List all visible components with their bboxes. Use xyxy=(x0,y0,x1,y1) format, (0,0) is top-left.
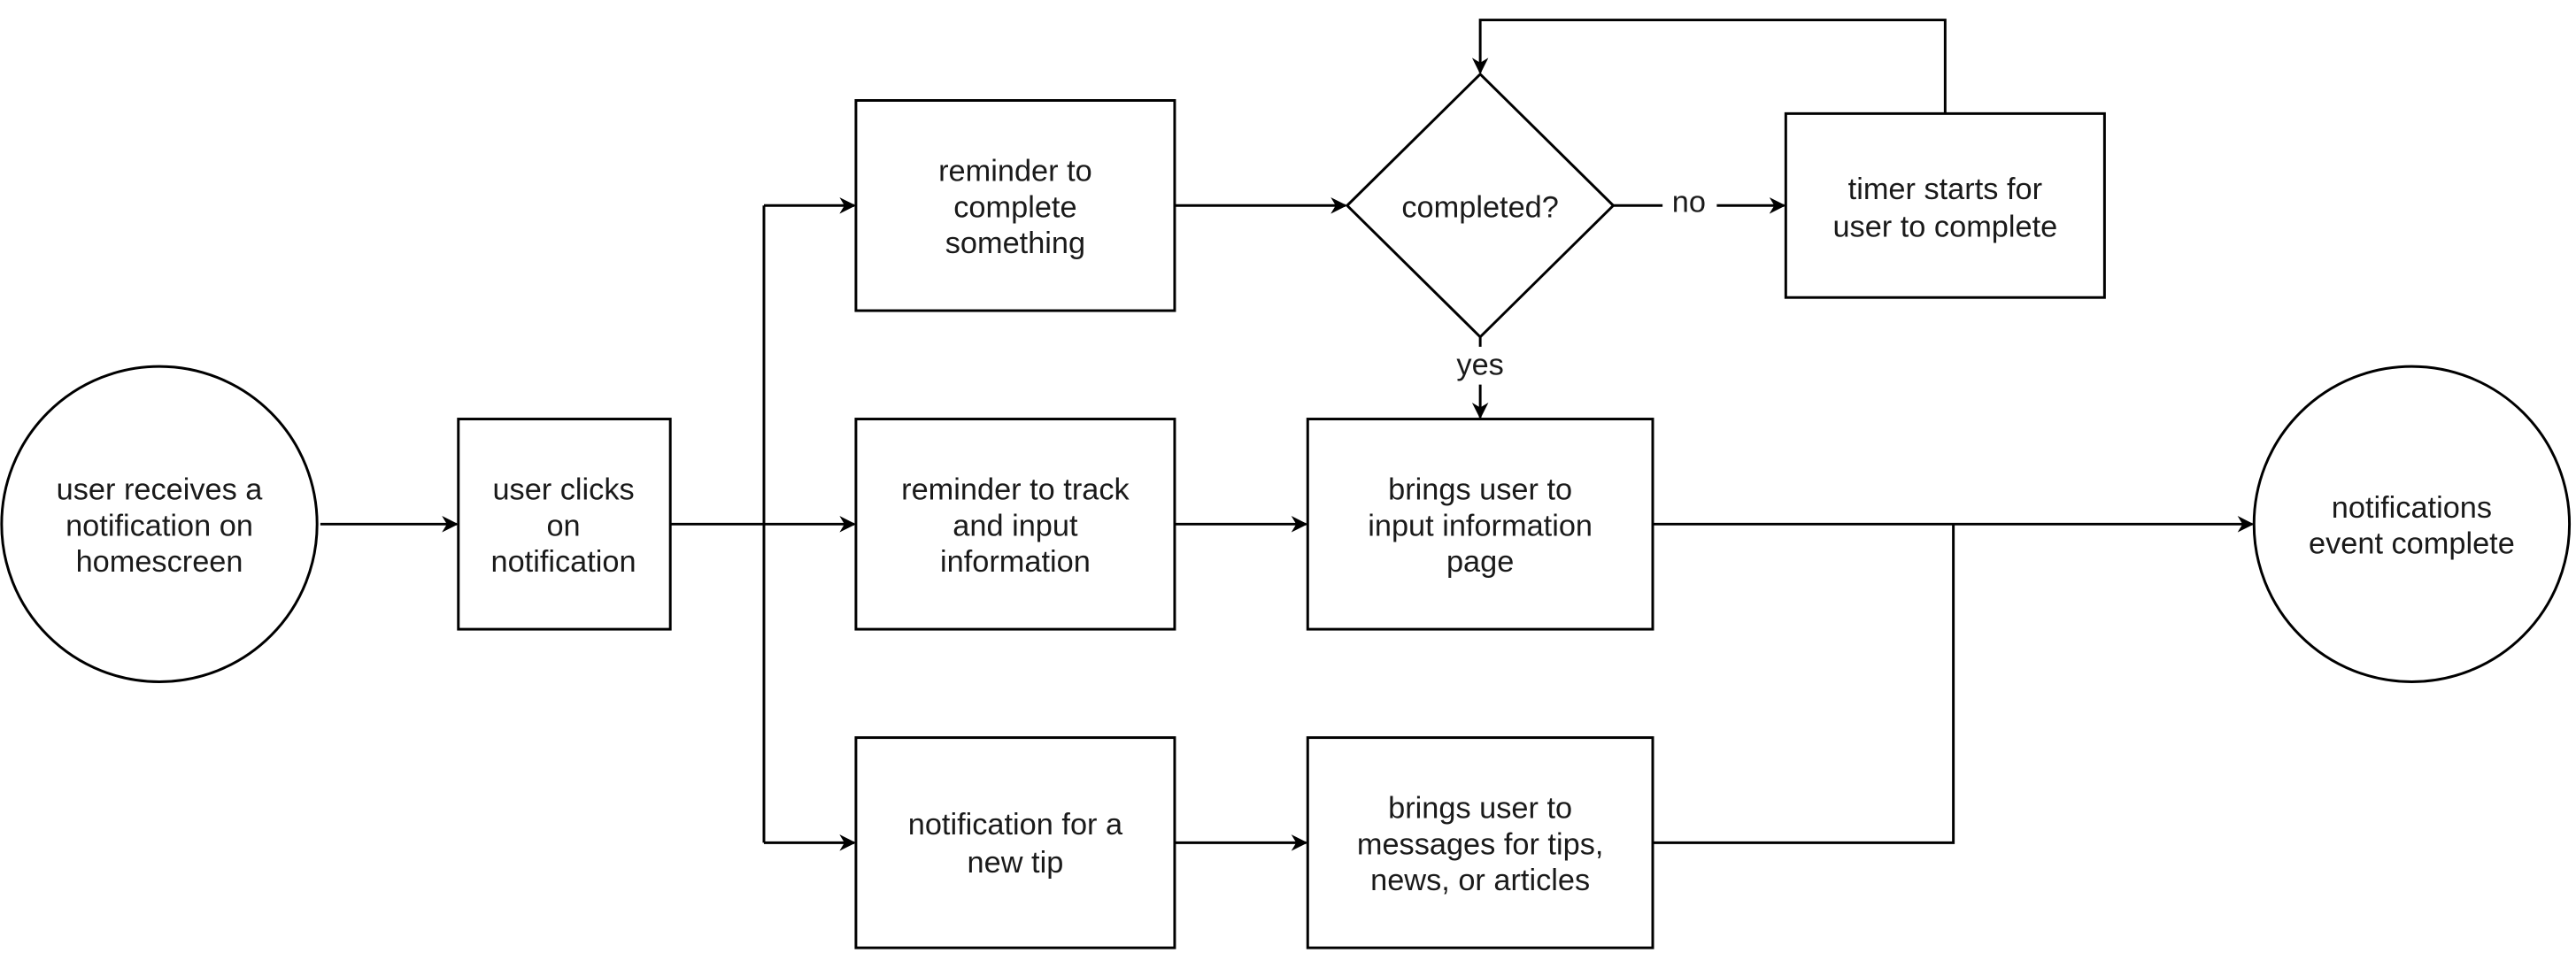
node-reminder-complete: reminder to complete something xyxy=(854,99,1176,312)
node-messages: brings user to messages for tips, news, or… xyxy=(1306,736,1654,949)
edge-messages-to-end xyxy=(1653,524,1955,844)
flowchart: user receives a notification on homescreen… xyxy=(0,19,2572,949)
node-reminder-track: reminder to track and input information xyxy=(854,418,1176,631)
svg-text:brings user tomessages for tip: brings user to messages for tips, news, or… xyxy=(1357,792,1604,898)
edge-timer-loop xyxy=(1471,19,1947,114)
node-start: user receives a notification on homescreen xyxy=(0,365,319,683)
svg-text:reminder tocompletesomething: reminder to complete something xyxy=(938,154,1092,260)
node-user-clicks: user clicks on notification xyxy=(457,418,672,631)
edge-label-no: no xyxy=(1672,186,1706,219)
node-input-page: brings user to input information page xyxy=(1306,418,1654,631)
node-timer: timer starts for user to complete xyxy=(1784,111,2106,299)
svg-text:completed?: completed? xyxy=(1401,190,1558,224)
node-end: notifications event complete xyxy=(2252,365,2572,683)
edge-click-branch xyxy=(670,205,766,843)
svg-text:user receives anotification on: user receives a notification on homescreen xyxy=(57,473,264,579)
node-new-tip: notification for a new tip xyxy=(854,736,1176,949)
node-completed-decision: completed? xyxy=(1345,72,1616,339)
edge-label-yes: yes xyxy=(1456,348,1503,381)
